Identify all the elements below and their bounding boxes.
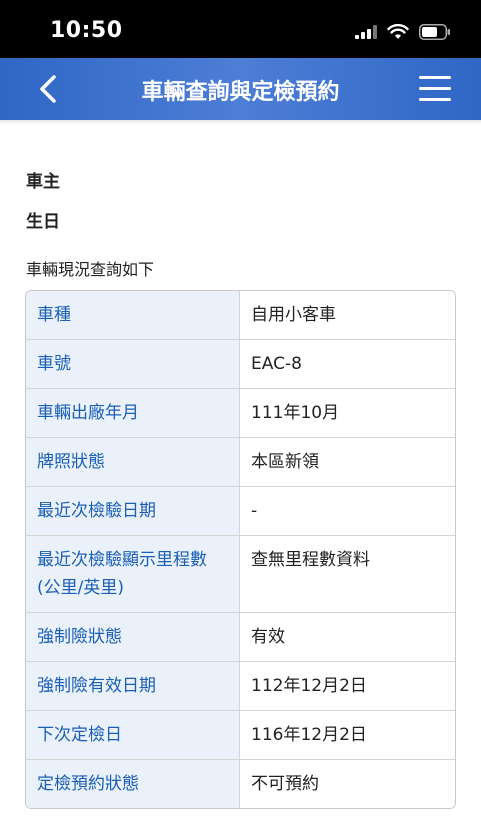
row-value: 自用小客車 [240, 291, 455, 339]
birth-label: 生日 [26, 212, 60, 232]
row-value: EAC-8 [240, 340, 455, 388]
row-value: 111年10月 [240, 389, 455, 437]
row-value: 112年12月2日 [240, 662, 455, 710]
table-row: 定檢預約狀態 不可預約 [26, 759, 455, 808]
table-row: 牌照狀態 本區新領 [26, 437, 455, 486]
table-row: 車號 EAC-8 [26, 339, 455, 388]
table-row: 強制險狀態 有效 [26, 612, 455, 661]
row-label: 牌照狀態 [26, 438, 240, 486]
table-row: 車種 自用小客車 [26, 291, 455, 339]
hamburger-menu-icon [419, 76, 451, 79]
status-time: 10:50 [50, 18, 123, 43]
vehicle-info-table: 車種 自用小客車 車號 EAC-8 車輛出廠年月 111年10月 牌照狀態 本區… [25, 290, 456, 809]
row-value: 本區新領 [240, 438, 455, 486]
row-label: 強制險有效日期 [26, 662, 240, 710]
row-value: 查無里程數資料 [240, 536, 455, 612]
chevron-left-icon [40, 75, 56, 103]
row-value: 不可預約 [240, 760, 455, 808]
table-row: 最近次檢驗日期 - [26, 486, 455, 535]
table-row: 強制險有效日期 112年12月2日 [26, 661, 455, 710]
row-label: 車種 [26, 291, 240, 339]
row-label: 定檢預約狀態 [26, 760, 240, 808]
wifi-icon [387, 24, 409, 39]
row-label: 下次定檢日 [26, 711, 240, 759]
row-value: - [240, 487, 455, 535]
row-label: 車號 [26, 340, 240, 388]
table-row: 車輛出廠年月 111年10月 [26, 388, 455, 437]
status-bar: 10:50 [0, 0, 481, 58]
table-row: 下次定檢日 116年12月2日 [26, 710, 455, 759]
intro-text: 車輛現況查詢如下 [26, 260, 155, 279]
row-label: 最近次檢驗日期 [26, 487, 240, 535]
row-value: 116年12月2日 [240, 711, 455, 759]
page-title: 車輛查詢與定檢預約 [141, 80, 340, 105]
row-label: 強制險狀態 [26, 613, 240, 661]
back-button[interactable] [30, 71, 66, 107]
app-header: 車輛查詢與定檢預約 [0, 58, 481, 120]
header-shadow [0, 120, 481, 124]
owner-label: 車主 [26, 172, 60, 192]
cellular-signal-icon [355, 25, 377, 39]
row-label: 車輛出廠年月 [26, 389, 240, 437]
row-label: 最近次檢驗顯示里程數(公里/英里) [26, 536, 240, 612]
battery-icon [419, 24, 450, 40]
menu-button[interactable] [417, 74, 453, 104]
row-value: 有效 [240, 613, 455, 661]
status-icons [355, 22, 451, 42]
table-row: 最近次檢驗顯示里程數(公里/英里) 查無里程數資料 [26, 535, 455, 612]
